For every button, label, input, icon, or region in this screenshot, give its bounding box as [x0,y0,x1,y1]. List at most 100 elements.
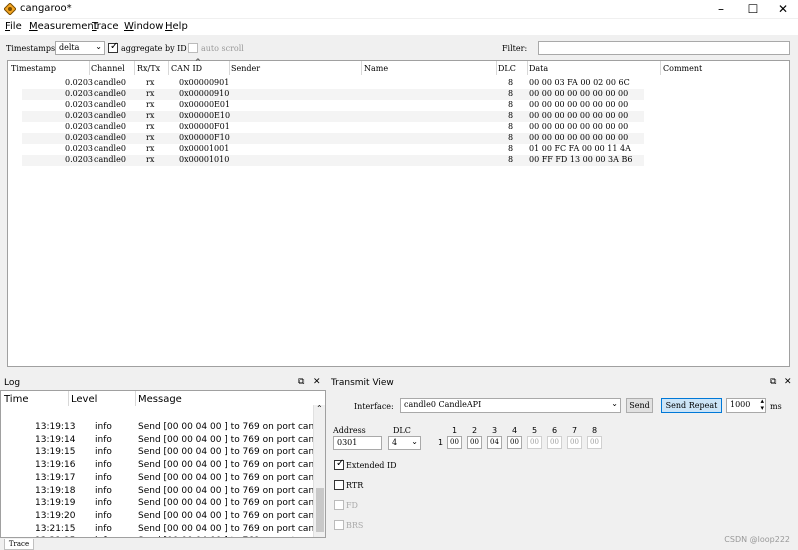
log-scrollbar[interactable]: ⌃ ⌄ [313,404,325,537]
filter-input[interactable] [538,41,790,55]
chevron-up-icon[interactable]: ⌃ [316,404,323,413]
menu-measurement[interactable]: Measurement [29,21,98,32]
log-col-time[interactable]: Time [4,394,28,405]
col-header-rxtx[interactable]: Rx/Tx [137,64,160,73]
extended-id-checkbox[interactable]: ✓ [334,458,345,470]
send-button[interactable]: Send [626,398,653,413]
log-row[interactable]: 13:19:13 info Send [00 00 04 00 ] to 769 o… [1,421,325,434]
table-row[interactable]: 0.0203 candle0 rx 0x00000F10 8 00 00 00 00 00… [22,133,644,144]
chevron-down-icon[interactable]: ▾ [760,404,764,412]
log-level: info [95,422,112,432]
menu-file[interactable]: File [5,21,22,32]
dlc-select[interactable]: 4 ⌄ [388,436,421,450]
log-level: info [95,485,112,496]
checkmark-icon: ✓ [110,41,119,52]
cell-timestamp: 0.0203 [65,111,93,120]
log-time: 13:19:19 [35,498,76,509]
menu-trace[interactable]: Trace [92,21,119,32]
cell-rxtx: rx [146,155,155,164]
address-input[interactable]: 0301 [333,436,382,450]
timestamps-select[interactable]: delta ⌄ [55,41,105,55]
table-row[interactable]: 0.0203 candle0 rx 0x00001001 8 01 00 FC FA 00… [22,144,644,155]
log-col-level[interactable]: Level [71,394,97,405]
timestamps-select-value: delta [59,43,80,52]
log-row[interactable]: 13:19:14 info Send [00 00 04 00 ] to 769 o… [1,434,325,447]
close-icon[interactable]: ✕ [784,377,792,389]
watermark: CSDN @loop222 [724,535,790,544]
col-header-channel[interactable]: Channel [91,64,125,73]
float-icon[interactable]: ⧉ [298,377,304,389]
table-row[interactable]: 0.0203 candle0 rx 0x00000901 8 00 00 03 FA 00… [22,78,644,89]
filter-label: Filter: [502,44,528,53]
repeat-interval-spinbox[interactable]: 1000 ▴ ▾ [726,397,766,413]
byte-field-3[interactable]: 04 [487,436,502,449]
trace-table[interactable]: Timestamp Channel Rx/Tx CAN ID ^ Sender … [7,58,790,367]
byte-field-4[interactable]: 00 [507,436,522,449]
cell-can-id: 0x00000F10 [179,133,230,142]
log-time: 13:19:18 [35,485,76,496]
fd-label: FD [346,501,358,510]
byte-row-index: 1 [438,438,444,447]
fd-checkbox[interactable] [334,500,344,510]
cell-rxtx: rx [146,89,155,98]
log-row[interactable]: 13:19:20 info Send [00 00 04 00 ] to 769 o… [1,510,325,523]
menu-window[interactable]: Window [124,21,163,32]
minimize-icon[interactable]: – [714,2,728,16]
col-header-name[interactable]: Name [364,64,388,73]
send-repeat-button[interactable]: Send Repeat [661,398,722,413]
byte-field-2[interactable]: 00 [467,436,482,449]
autoscroll-checkbox[interactable] [188,43,198,53]
log-row[interactable]: 13:19:19 info Send [00 00 04 00 ] to 769 o… [1,497,325,510]
log-time: 13:19:20 [35,510,76,521]
cell-data: 00 00 00 00 00 00 00 00 [529,89,629,98]
scrollbar-thumb[interactable] [316,488,324,532]
byte-field-7[interactable]: 00 [567,436,582,449]
table-row[interactable]: 0.0203 candle0 rx 0x00000910 8 00 00 00 00 00… [22,89,644,100]
table-row[interactable]: 0.0203 candle0 rx 0x00001010 8 00 FF FD 13 00… [22,155,644,166]
log-time: 13:19:17 [35,472,76,483]
float-icon[interactable]: ⧉ [770,377,776,389]
table-row[interactable]: 0.0203 candle0 rx 0x00000E10 8 00 00 00 00 00… [22,111,644,122]
col-header-data[interactable]: Data [529,64,548,73]
tab-trace[interactable]: Trace [4,539,34,550]
menu-help[interactable]: Help [165,21,188,32]
col-header-timestamp[interactable]: Timestamp [11,64,56,73]
close-icon[interactable]: ✕ [776,2,790,16]
log-row[interactable]: 13:21:15 info Send [00 00 04 00 ] to 769 o… [1,523,325,536]
byte-header-6: 6 [552,426,558,435]
byte-field-1[interactable]: 00 [447,436,462,449]
table-row[interactable]: 0.0203 candle0 rx 0x00000F01 8 00 00 00 00 00… [22,122,644,133]
table-row[interactable]: 0.0203 candle0 rx 0x00000E01 8 00 00 00 00 00… [22,100,644,111]
close-icon[interactable]: ✕ [313,377,321,389]
app-logo-icon [4,3,16,15]
log-time: 13:19:13 [35,422,76,432]
byte-field-5[interactable]: 00 [527,436,542,449]
cell-rxtx: rx [146,100,155,109]
log-table[interactable]: Time Level Message 13:19:13 info Send [00 … [0,390,326,538]
rtr-checkbox[interactable] [334,480,344,490]
log-message: Send [00 00 04 00 ] to 769 on port candl… [138,485,326,496]
log-col-message[interactable]: Message [138,394,182,405]
log-row[interactable]: 13:19:18 info Send [00 00 04 00 ] to 769 o… [1,485,325,498]
window-title: cangaroo* [20,3,72,14]
col-header-comment[interactable]: Comment [663,64,702,73]
byte-field-8[interactable]: 00 [587,436,602,449]
rtr-label: RTR [346,481,364,490]
brs-checkbox[interactable] [334,520,344,530]
extended-id-label: Extended ID [346,461,397,470]
cell-rxtx: rx [146,78,155,87]
byte-field-6[interactable]: 00 [547,436,562,449]
maximize-icon[interactable]: ☐ [746,2,760,16]
interface-select[interactable]: candle0 CandleAPI ⌄ [400,398,621,413]
checkmark-icon: ✓ [336,458,345,469]
cell-channel: candle0 [94,78,126,87]
cell-timestamp: 0.0203 [65,100,93,109]
aggregate-checkbox[interactable]: ✓ [108,41,119,53]
log-row[interactable]: 13:19:17 info Send [00 00 04 00 ] to 769 o… [1,472,325,485]
timestamps-label: Timestamps: [6,44,58,53]
log-row[interactable]: 13:19:16 info Send [00 00 04 00 ] to 769 o… [1,459,325,472]
col-header-sender[interactable]: Sender [231,64,260,73]
log-row[interactable]: 13:19:15 info Send [00 00 04 00 ] to 769 o… [1,446,325,459]
log-row[interactable]: 13:21:15 info Send [00 00 04 00 ] to 769 o… [1,535,325,537]
col-header-dlc[interactable]: DLC [498,64,516,73]
